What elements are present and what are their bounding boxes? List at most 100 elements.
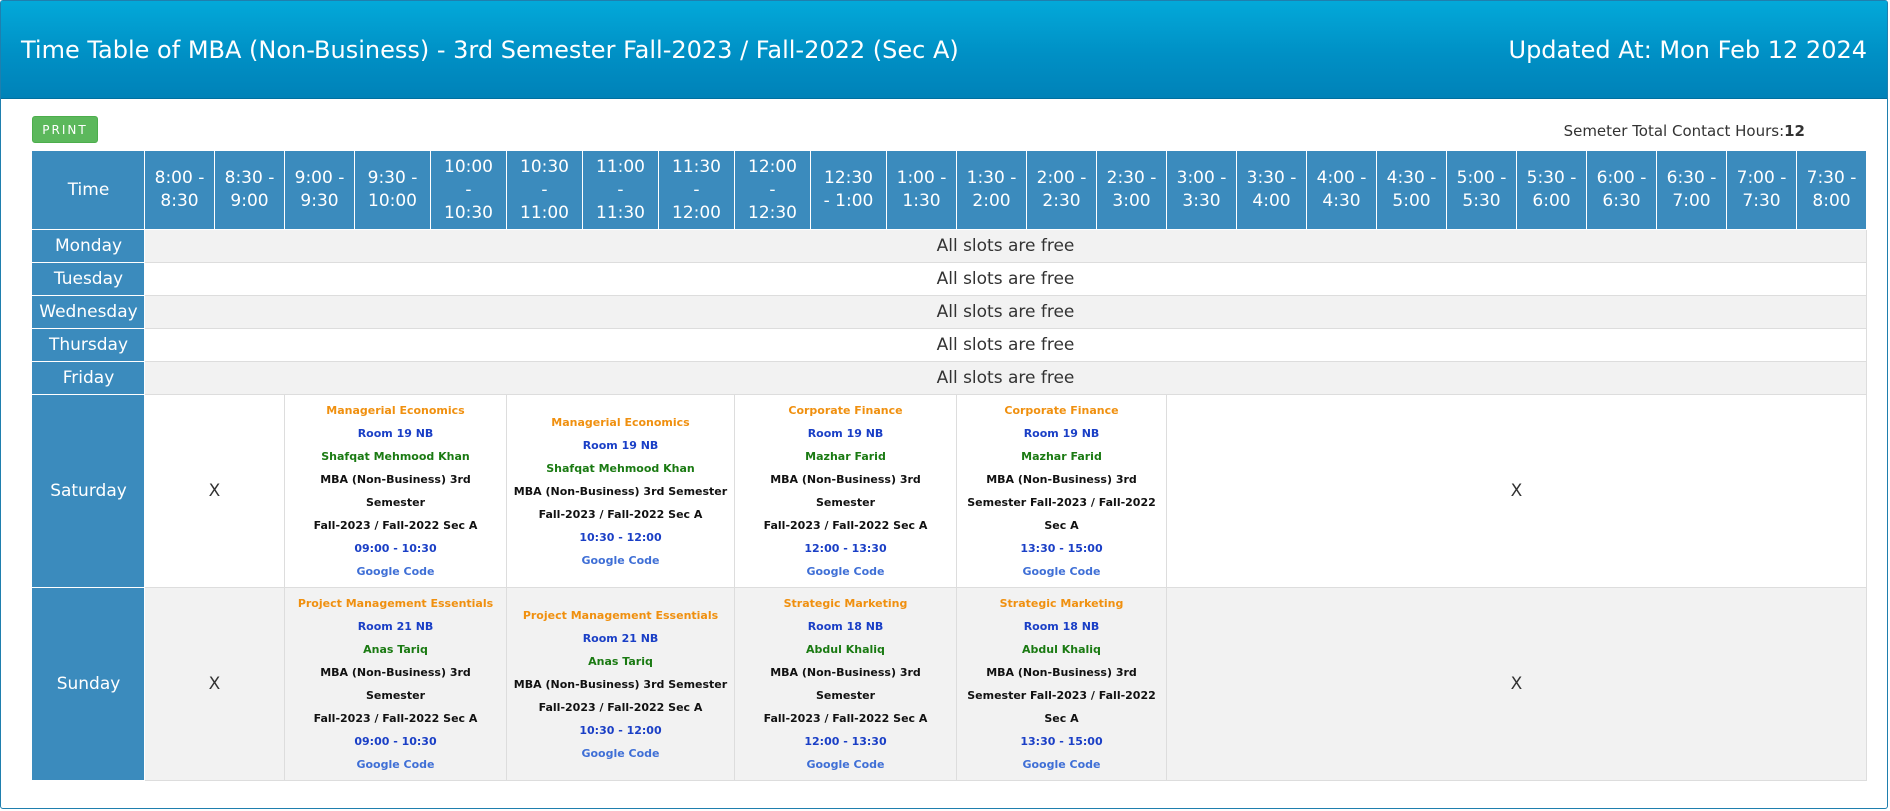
time-slot-line: 1:30 xyxy=(902,191,941,211)
contact-hours-label: Semeter Total Contact Hours: xyxy=(1563,122,1785,140)
class-card: Project Management Essentials Room 21 NB A… xyxy=(285,592,506,776)
section-line: Semester Fall-2023 / Fall-2022 xyxy=(967,689,1156,702)
time-slot-line: 2:00 - xyxy=(1036,168,1087,188)
course-name: Managerial Economics xyxy=(551,415,690,429)
course-name: Strategic Marketing xyxy=(783,597,908,610)
time-slot-line: 10:30 xyxy=(444,202,493,223)
section-line: MBA (Non-Business) 3rd xyxy=(986,473,1137,486)
time-slot-header: 1:30 - 2:00 xyxy=(956,150,1027,230)
time-slot-line: 7:30 xyxy=(1742,191,1781,211)
free-slots-cell: All slots are free xyxy=(144,361,1867,395)
google-code-link[interactable]: Google Code xyxy=(739,753,952,776)
class-slot-cell: Corporate Finance Room 19 NB Mazhar Farid M… xyxy=(956,394,1167,588)
day-label: Saturday xyxy=(32,394,145,588)
section-line: Fall-2023 / Fall-2022 Sec A xyxy=(313,712,478,725)
section-line: Fall-2023 / Fall-2022 Sec A xyxy=(538,507,703,521)
day-label: Monday xyxy=(32,229,145,263)
teacher-name: Mazhar Farid xyxy=(805,450,886,463)
day-row: Tuesday All slots are free xyxy=(32,262,1867,296)
class-card: Corporate Finance Room 19 NB Mazhar Farid M… xyxy=(957,399,1166,583)
time-slot-header: 4:00 - 4:30 xyxy=(1306,150,1377,230)
class-time: 12:00 - 13:30 xyxy=(804,542,887,555)
course-name: Managerial Economics xyxy=(326,404,465,417)
time-header-row: Time 8:00 - 8:30 8:30 - 9:00 9:00 - 9:30 9:30 … xyxy=(32,150,1867,230)
time-slot-line: 4:30 xyxy=(1322,191,1361,211)
time-slot-line: - xyxy=(541,179,548,200)
google-code-link[interactable]: Google Code xyxy=(511,742,730,765)
day-label: Tuesday xyxy=(32,262,145,296)
section-line: Semester Fall-2023 / Fall-2022 xyxy=(967,496,1156,509)
time-slot-line: 12:30 xyxy=(748,202,797,223)
updated-at: Updated At: Mon Feb 12 2024 xyxy=(1508,35,1868,64)
section-line: Sec A xyxy=(1044,712,1079,725)
class-card: Managerial Economics Room 19 NB Shafqat Me… xyxy=(507,411,734,572)
class-card: Project Management Essentials Room 21 NB A… xyxy=(507,604,734,765)
course-name: Corporate Finance xyxy=(788,404,903,417)
time-slot-line: 5:00 xyxy=(1392,191,1431,211)
section-line: Fall-2023 / Fall-2022 Sec A xyxy=(763,712,928,725)
google-code-link[interactable]: Google Code xyxy=(739,560,952,583)
time-slot-line: 9:00 - xyxy=(294,168,345,188)
day-row: Wednesday All slots are free xyxy=(32,295,1867,329)
print-button[interactable]: PRINT xyxy=(32,116,98,143)
course-name: Project Management Essentials xyxy=(522,608,719,622)
google-code-link[interactable]: Google Code xyxy=(961,560,1162,583)
teacher-name: Shafqat Mehmood Khan xyxy=(546,461,695,475)
course-name: Strategic Marketing xyxy=(999,597,1124,610)
time-slot-line: 8:00 xyxy=(1812,191,1851,211)
page-header: Time Table of MBA (Non-Business) - 3rd S… xyxy=(1,1,1887,99)
time-slot-header: 12:00-12:30 xyxy=(734,150,811,230)
day-row: Thursday All slots are free xyxy=(32,328,1867,362)
time-slot-line: 5:30 xyxy=(1462,191,1501,211)
class-slot-cell: Strategic Marketing Room 18 NB Abdul Khali… xyxy=(734,587,957,781)
time-slot-line: 11:30 xyxy=(596,202,645,223)
time-slot-header: 9:00 - 9:30 xyxy=(284,150,355,230)
time-slot-line: 10:00 xyxy=(368,191,417,211)
day-label: Sunday xyxy=(32,587,145,781)
time-slot-header: 2:30 - 3:00 xyxy=(1096,150,1167,230)
teacher-name: Shafqat Mehmood Khan xyxy=(321,450,470,463)
time-slot-header: 3:00 - 3:30 xyxy=(1166,150,1237,230)
time-slot-line: 12:00 xyxy=(748,156,797,177)
time-slot-line: 2:30 xyxy=(1042,191,1081,211)
time-slot-line: 2:00 xyxy=(972,191,1011,211)
time-slot-header: 6:30 - 7:00 xyxy=(1656,150,1727,230)
google-code-link[interactable]: Google Code xyxy=(289,560,502,583)
class-time: 13:30 - 15:00 xyxy=(1020,542,1103,555)
timetable-panel: Time Table of MBA (Non-Business) - 3rd S… xyxy=(0,0,1888,809)
time-slot-header: 8:30 - 9:00 xyxy=(214,150,285,230)
free-slots-cell: All slots are free xyxy=(144,262,1867,296)
google-code-link[interactable]: Google Code xyxy=(961,753,1162,776)
time-slot-line: 5:00 - xyxy=(1456,168,1507,188)
course-name: Corporate Finance xyxy=(1004,404,1119,417)
time-slot-header: 10:30-11:00 xyxy=(506,150,583,230)
time-slot-line: 4:00 - xyxy=(1316,168,1367,188)
time-slot-line: - xyxy=(769,179,776,200)
time-slot-line: - xyxy=(617,179,624,200)
time-header: Time xyxy=(32,150,145,230)
day-row-sunday: Sunday X Project Management Essentials Room… xyxy=(32,587,1867,781)
day-row: Monday All slots are free xyxy=(32,229,1867,263)
time-slot-line: 2:30 - xyxy=(1106,168,1157,188)
google-code-link[interactable]: Google Code xyxy=(511,549,730,572)
time-slot-line: - 1:00 xyxy=(823,191,874,211)
room-label: Room 19 NB xyxy=(1023,427,1100,440)
google-code-link[interactable]: Google Code xyxy=(289,753,502,776)
teacher-name: Anas Tariq xyxy=(588,654,653,668)
time-slot-line: - xyxy=(465,179,472,200)
section-line: MBA (Non-Business) 3rd Semester xyxy=(770,473,921,509)
section-line: MBA (Non-Business) 3rd Semester xyxy=(513,677,728,691)
time-slot-line: 6:00 - xyxy=(1596,168,1647,188)
page-title: Time Table of MBA (Non-Business) - 3rd S… xyxy=(21,35,959,64)
teacher-name: Abdul Khaliq xyxy=(1022,643,1101,656)
day-row-saturday: Saturday X Managerial Economics Room 19 NB S… xyxy=(32,394,1867,588)
day-label: Wednesday xyxy=(32,295,145,329)
class-time: 13:30 - 15:00 xyxy=(1020,735,1103,748)
time-slot-line: 4:30 - xyxy=(1386,168,1437,188)
class-slot-cell: Managerial Economics Room 19 NB Shafqat Me… xyxy=(284,394,507,588)
class-card: Corporate Finance Room 19 NB Mazhar Farid M… xyxy=(735,399,956,583)
class-slot-cell: Strategic Marketing Room 18 NB Abdul Khali… xyxy=(956,587,1167,781)
class-time: 10:30 - 12:00 xyxy=(579,723,662,737)
section-line: MBA (Non-Business) 3rd Semester xyxy=(320,473,471,509)
empty-slot-cell: X xyxy=(144,394,285,588)
